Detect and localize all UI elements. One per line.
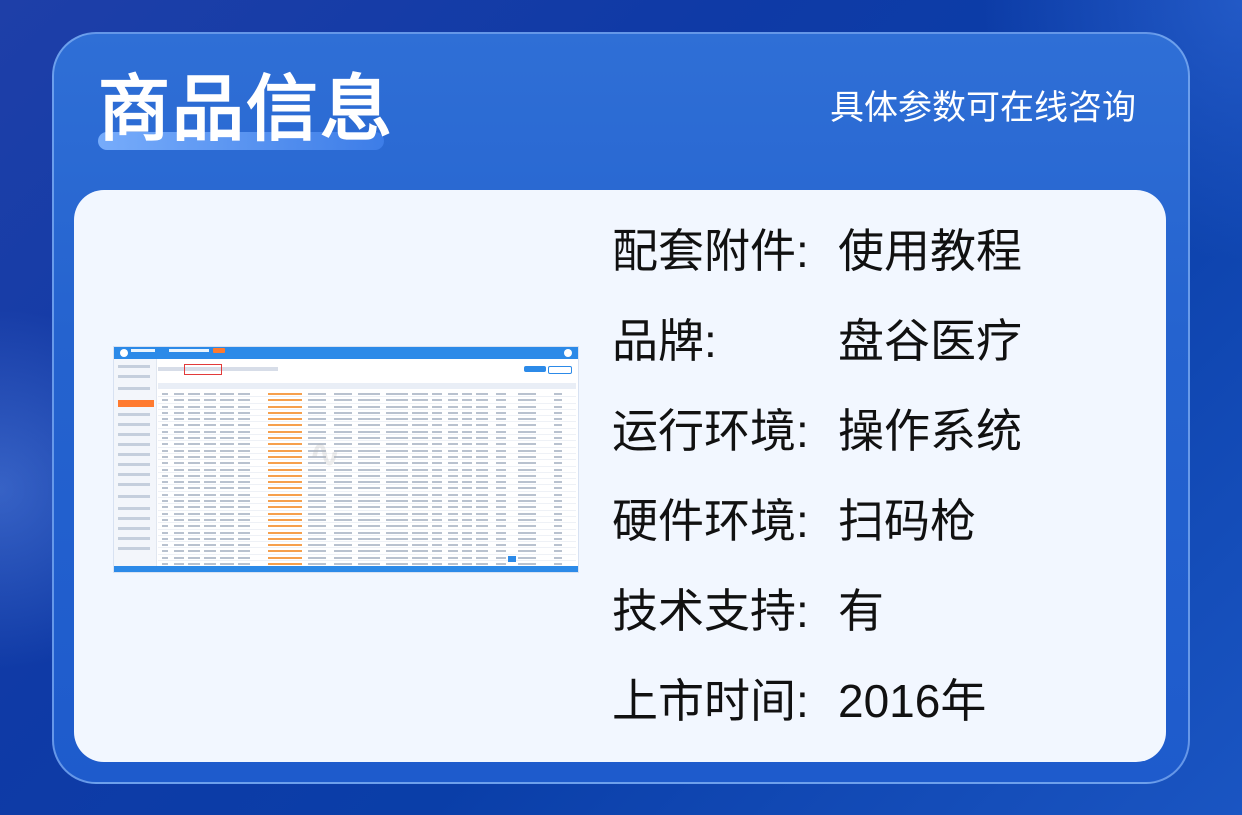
page-title: 商品信息 xyxy=(98,70,395,150)
spec-value: 操作系统 xyxy=(838,405,1022,457)
pager-current xyxy=(508,556,516,562)
spec-value: 使用教程 xyxy=(838,225,1022,277)
spec-label: 上市时间: xyxy=(612,675,809,727)
spec-label: 配套附件: xyxy=(612,225,809,277)
watermark: ∿ xyxy=(308,432,342,476)
spec-label: 硬件环境: xyxy=(612,495,809,547)
screenshot-table-area: ∿ xyxy=(158,361,576,572)
spec-value: 盘谷医疗 xyxy=(838,315,1022,367)
title-block: 商品信息 xyxy=(98,70,394,150)
spec-value: 扫码枪 xyxy=(838,495,976,547)
table-rows xyxy=(158,391,576,572)
spec-label: 品牌: xyxy=(612,315,717,367)
sidebar-active-item xyxy=(118,400,154,407)
table-header xyxy=(158,383,576,389)
page-subtitle: 具体参数可在线咨询 xyxy=(830,89,1136,127)
screenshot-titlebar xyxy=(114,347,578,359)
highlighted-toolbar-button xyxy=(184,364,222,375)
spec-label: 技术支持: xyxy=(612,585,809,637)
app-logo-icon xyxy=(120,349,128,357)
software-screenshot-image: ∿ xyxy=(114,347,578,572)
spec-value: 有 xyxy=(838,585,884,637)
user-avatar-icon xyxy=(564,349,572,357)
spec-value: 2016年 xyxy=(838,675,987,727)
screenshot-sidebar xyxy=(114,359,157,572)
spec-label: 运行环境: xyxy=(612,405,809,457)
screenshot-footer xyxy=(114,566,578,572)
